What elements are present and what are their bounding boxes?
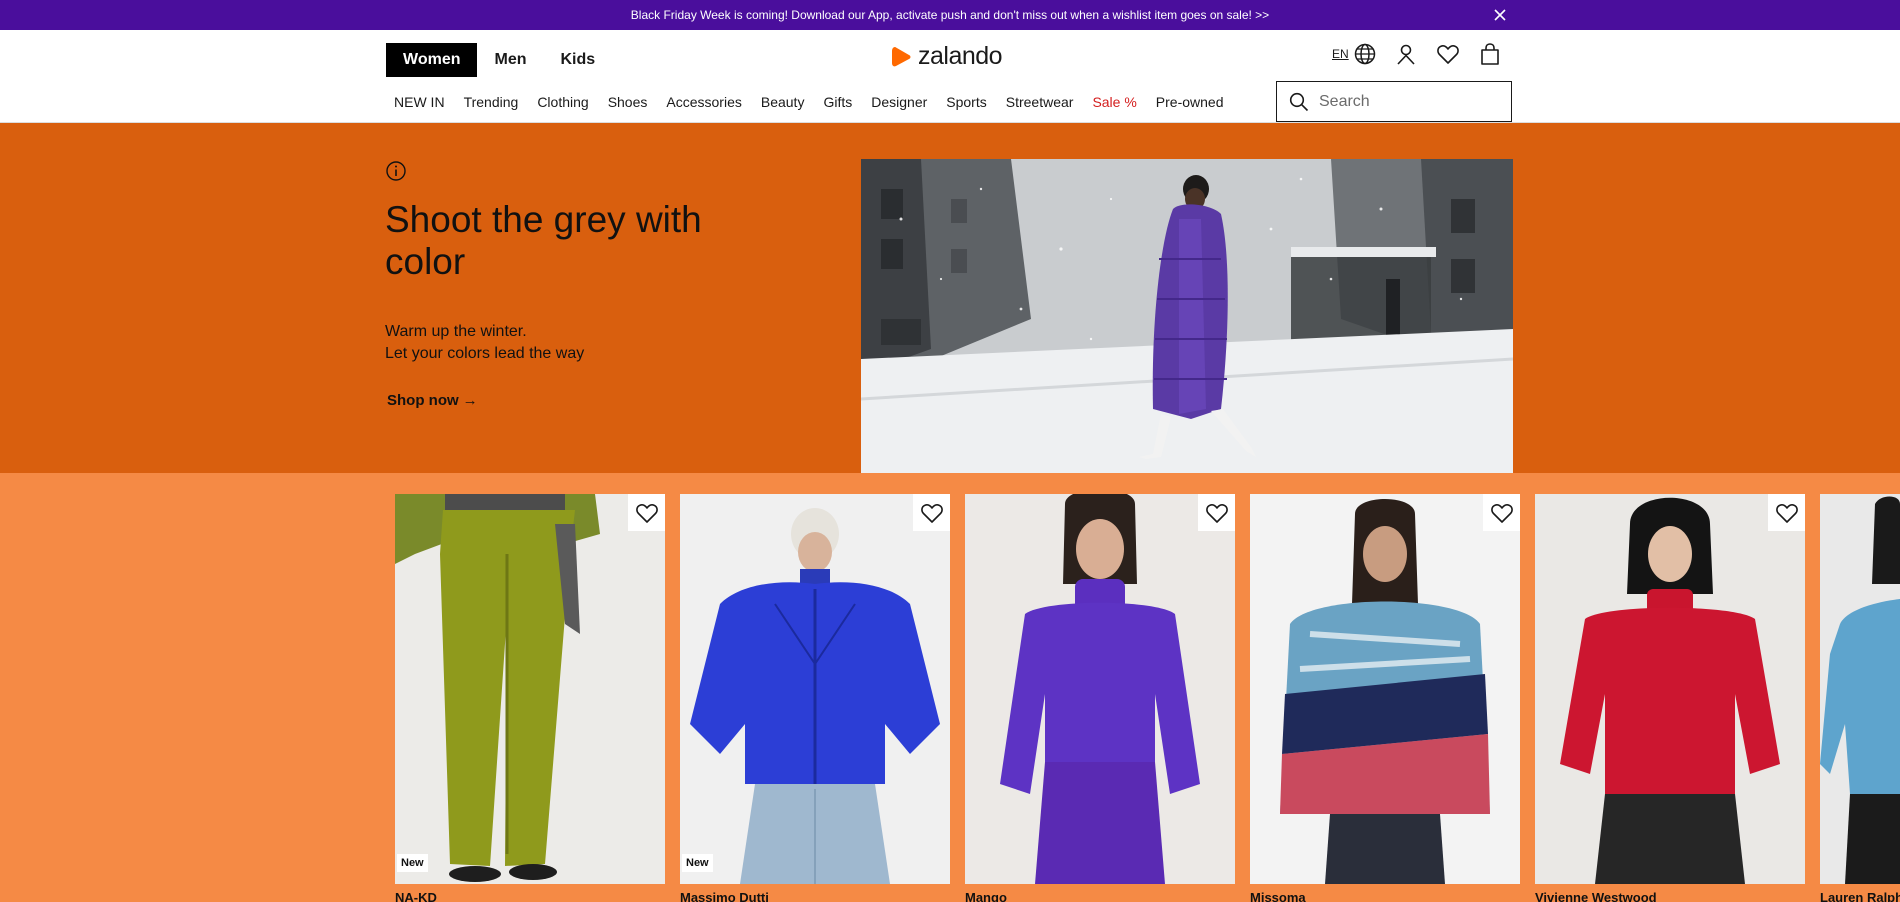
hero-subtitle-line-1: Warm up the winter. [385, 323, 527, 340]
shop-now-label: Shop now [387, 392, 459, 409]
hero-image[interactable] [861, 159, 1513, 473]
product-image[interactable] [395, 494, 665, 884]
heart-icon [1775, 503, 1798, 523]
arrow-right-icon: → [462, 392, 478, 409]
utility-nav: EN [1332, 42, 1502, 66]
product-brand[interactable]: Mango [965, 890, 1007, 902]
product-photo-blue-sweater [1820, 494, 1900, 884]
tab-men[interactable]: Men [477, 43, 543, 77]
nav-gifts[interactable]: Gifts [823, 94, 852, 110]
product-image[interactable] [1535, 494, 1805, 884]
wishlist-button[interactable] [1768, 494, 1805, 531]
zalando-logo[interactable]: zalando [890, 42, 1003, 71]
wishlist-button[interactable] [1198, 494, 1235, 531]
search-input[interactable] [1319, 92, 1499, 111]
nav-designer[interactable]: Designer [871, 94, 927, 110]
heart-icon [635, 503, 658, 523]
wishlist-button[interactable] [913, 494, 950, 531]
nav-clothing[interactable]: Clothing [537, 94, 588, 110]
search-box[interactable] [1276, 81, 1512, 122]
nav-sale[interactable]: Sale % [1092, 94, 1136, 110]
tab-women[interactable]: Women [386, 43, 478, 77]
product-brand[interactable]: NA-KD [395, 890, 437, 902]
product-card[interactable]: New Massimo Dutti [680, 494, 950, 902]
nav-shoes[interactable]: Shoes [608, 94, 648, 110]
product-card[interactable]: Lauren Ralph [1820, 494, 1900, 902]
wishlist-button[interactable] [1483, 494, 1520, 531]
product-card[interactable]: Mango [965, 494, 1235, 902]
gender-nav: Women Men Kids [386, 43, 612, 77]
promo-bar[interactable]: Black Friday Week is coming! Download ou… [0, 0, 1900, 30]
heart-icon [1205, 503, 1228, 523]
globe-icon [1354, 43, 1375, 65]
promo-text[interactable]: Black Friday Week is coming! Download ou… [631, 8, 1269, 22]
heart-icon [1490, 503, 1513, 523]
product-image[interactable] [1820, 494, 1900, 884]
hero-banner: Shoot the grey with color Warm up the wi… [0, 123, 1900, 473]
product-brand[interactable]: Lauren Ralph [1820, 890, 1900, 902]
nav-pre-owned[interactable]: Pre-owned [1156, 94, 1224, 110]
product-carousel[interactable]: New NA-KD New Massimo Dutti Mango Missom… [0, 473, 1900, 902]
product-card[interactable]: Missoma [1250, 494, 1520, 902]
hero-title: Shoot the grey with color [385, 199, 702, 282]
nav-sports[interactable]: Sports [946, 94, 986, 110]
nav-trending[interactable]: Trending [464, 94, 519, 110]
hero-photo-winter-street [861, 159, 1513, 473]
product-photo-faux-fur-coat [1250, 494, 1520, 884]
hero-subtitle-line-2: Let your colors lead the way [385, 345, 585, 362]
wishlist-button[interactable] [628, 494, 665, 531]
nav-accessories[interactable]: Accessories [666, 94, 741, 110]
product-image[interactable] [680, 494, 950, 884]
wishlist-heart-icon[interactable] [1436, 42, 1460, 66]
product-brand[interactable]: Vivienne Westwood [1535, 890, 1657, 902]
hero-subtitle: Warm up the winter. Let your colors lead… [385, 321, 584, 365]
language-label: EN [1332, 47, 1349, 61]
nav-beauty[interactable]: Beauty [761, 94, 805, 110]
product-photo-blue-faux-fur-jacket [680, 494, 950, 884]
close-icon[interactable] [1492, 7, 1508, 23]
product-image[interactable] [1250, 494, 1520, 884]
site-header: Women Men Kids zalando EN NEW IN Trendin… [0, 30, 1900, 123]
zalando-logo-icon [892, 46, 911, 66]
product-photo-red-knit-sweater [1535, 494, 1805, 884]
info-icon[interactable] [385, 160, 407, 182]
user-icon[interactable] [1394, 42, 1418, 66]
search-icon [1289, 92, 1309, 111]
product-photo-purple-knit-sweater [965, 494, 1235, 884]
heart-icon [920, 503, 943, 523]
language-selector[interactable]: EN [1332, 43, 1376, 65]
tab-kids[interactable]: Kids [543, 43, 612, 77]
category-nav: NEW IN Trending Clothing Shoes Accessori… [394, 94, 1224, 110]
product-brand[interactable]: Massimo Dutti [680, 890, 769, 902]
bag-icon[interactable] [1478, 42, 1502, 66]
product-card[interactable]: Vivienne Westwood [1535, 494, 1805, 902]
product-photo-green-trousers [395, 494, 665, 884]
shop-now-link[interactable]: Shop now → [387, 392, 478, 409]
product-brand[interactable]: Missoma [1250, 890, 1306, 902]
product-card[interactable]: New NA-KD [395, 494, 665, 902]
product-image[interactable] [965, 494, 1235, 884]
new-badge: New [397, 854, 428, 872]
new-badge: New [682, 854, 713, 872]
nav-new-in[interactable]: NEW IN [394, 94, 445, 110]
nav-streetwear[interactable]: Streetwear [1006, 94, 1074, 110]
logo-text: zalando [918, 42, 1003, 70]
